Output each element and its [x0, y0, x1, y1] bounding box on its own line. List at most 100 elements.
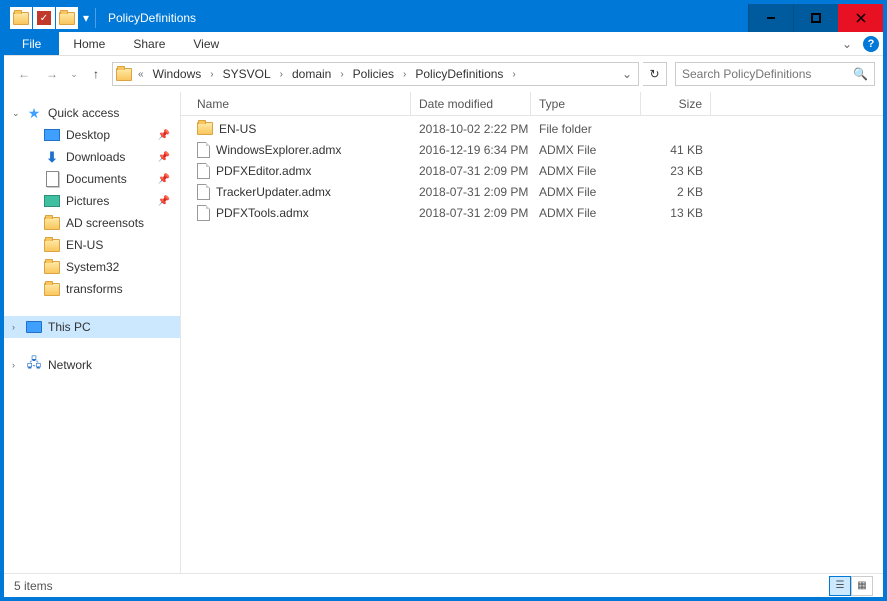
- file-tab[interactable]: File: [4, 32, 59, 55]
- search-input[interactable]: [682, 67, 853, 81]
- downloads-icon: ⬇: [44, 149, 60, 165]
- list-item[interactable]: EN-US 2018-10-02 2:22 PMFile folder: [181, 118, 883, 139]
- sidebar-item-downloads[interactable]: ⬇ Downloads 📌: [4, 146, 180, 168]
- address-bar[interactable]: « Windows › SYSVOL › domain › Policies ›…: [112, 62, 639, 86]
- tab-view[interactable]: View: [179, 32, 233, 55]
- pin-icon: 📌: [158, 152, 170, 163]
- address-folder-icon: [115, 65, 133, 83]
- file-type: ADMX File: [531, 185, 641, 199]
- column-headers: Name Date modified Type Size: [181, 92, 883, 116]
- chevron-right-icon[interactable]: ›: [277, 69, 286, 80]
- folder-icon: [44, 215, 60, 231]
- chevron-right-icon[interactable]: ›: [337, 69, 346, 80]
- sidebar-item-folder[interactable]: AD screensots: [4, 212, 180, 234]
- file-size: 2 KB: [641, 185, 711, 199]
- documents-icon: [44, 171, 60, 187]
- qat-folder-icon[interactable]: [10, 7, 32, 29]
- breadcrumb[interactable]: Windows: [149, 63, 206, 85]
- close-button[interactable]: [838, 4, 883, 32]
- ribbon-expand-icon[interactable]: ⌄: [835, 32, 859, 55]
- column-header-size[interactable]: Size: [641, 92, 711, 115]
- refresh-button[interactable]: ↻: [643, 62, 667, 86]
- column-header-name[interactable]: Name: [189, 92, 411, 115]
- sidebar-this-pc[interactable]: › This PC: [4, 316, 180, 338]
- column-header-date[interactable]: Date modified: [411, 92, 531, 115]
- up-button[interactable]: ↑: [84, 62, 108, 86]
- sidebar-item-desktop[interactable]: Desktop 📌: [4, 124, 180, 146]
- chevron-down-icon[interactable]: ⌄: [12, 108, 20, 119]
- list-item[interactable]: PDFXEditor.admx2018-07-31 2:09 PMADMX Fi…: [181, 160, 883, 181]
- back-button[interactable]: ←: [12, 62, 36, 86]
- sidebar-item-label: AD screensots: [66, 216, 144, 230]
- qat-customize-icon[interactable]: ▾: [79, 7, 93, 29]
- pin-icon: 📌: [158, 174, 170, 185]
- column-header-type[interactable]: Type: [531, 92, 641, 115]
- search-icon[interactable]: 🔍: [853, 67, 868, 81]
- sidebar-item-label: Pictures: [66, 194, 109, 208]
- chevron-right-icon[interactable]: ›: [509, 69, 518, 80]
- qat-newfolder-icon[interactable]: [56, 7, 78, 29]
- chevron-right-icon[interactable]: ›: [400, 69, 409, 80]
- folder-icon: [44, 259, 60, 275]
- explorer-window: ✓ ▾ PolicyDefinitions File Home Share Vi…: [0, 0, 887, 601]
- chevron-right-icon[interactable]: ›: [207, 69, 216, 80]
- details-view-button[interactable]: ☰: [829, 576, 851, 596]
- sidebar-item-pictures[interactable]: Pictures 📌: [4, 190, 180, 212]
- chevron-icon[interactable]: «: [135, 69, 147, 80]
- tab-home[interactable]: Home: [59, 32, 119, 55]
- star-icon: ★: [26, 105, 42, 121]
- sidebar-item-documents[interactable]: Documents 📌: [4, 168, 180, 190]
- icons-view-button[interactable]: ▦: [851, 576, 873, 596]
- list-item[interactable]: PDFXTools.admx2018-07-31 2:09 PMADMX Fil…: [181, 202, 883, 223]
- list-item[interactable]: TrackerUpdater.admx2018-07-31 2:09 PMADM…: [181, 181, 883, 202]
- breadcrumb[interactable]: PolicyDefinitions: [411, 63, 507, 85]
- file-size: 41 KB: [641, 143, 711, 157]
- chevron-right-icon[interactable]: ›: [12, 322, 15, 332]
- folder-icon: [44, 237, 60, 253]
- file-date: 2016-12-19 6:34 PM: [411, 143, 531, 157]
- sidebar-item-folder[interactable]: transforms: [4, 278, 180, 300]
- pin-icon: 📌: [158, 196, 170, 207]
- list-item[interactable]: WindowsExplorer.admx 2016-12-19 6:34 PMAD…: [181, 139, 883, 160]
- sidebar-network[interactable]: › 🖧 Network: [4, 354, 180, 376]
- sidebar-item-label: Documents: [66, 172, 127, 186]
- file-type: ADMX File: [531, 206, 641, 220]
- file-type: File folder: [531, 122, 641, 136]
- navigation-pane: ⌄ ★ Quick access Desktop 📌 ⬇ Downloads 📌…: [4, 92, 181, 573]
- titlebar: ✓ ▾ PolicyDefinitions: [4, 4, 883, 32]
- pictures-icon: [44, 193, 60, 209]
- desktop-icon: [44, 127, 60, 143]
- sidebar-item-label: Quick access: [48, 106, 119, 120]
- maximize-button[interactable]: [793, 4, 838, 32]
- file-date: 2018-10-02 2:22 PM: [411, 122, 531, 136]
- sidebar-item-label: Desktop: [66, 128, 110, 142]
- file-type: ADMX File: [531, 143, 641, 157]
- file-icon: [197, 142, 210, 158]
- sidebar-quick-access[interactable]: ⌄ ★ Quick access: [4, 102, 180, 124]
- file-size: 13 KB: [641, 206, 711, 220]
- ribbon-tabs: File Home Share View ⌄ ?: [4, 32, 883, 56]
- pin-icon: 📌: [158, 130, 170, 141]
- qat-properties-icon[interactable]: ✓: [33, 7, 55, 29]
- help-button[interactable]: ?: [859, 32, 883, 55]
- tab-share[interactable]: Share: [119, 32, 179, 55]
- file-name: WindowsExplorer.admx: [216, 143, 341, 157]
- chevron-right-icon[interactable]: ›: [12, 360, 15, 370]
- search-box[interactable]: 🔍: [675, 62, 875, 86]
- folder-icon: [44, 281, 60, 297]
- breadcrumb[interactable]: SYSVOL: [219, 63, 275, 85]
- history-dropdown-icon[interactable]: ⌄: [68, 62, 80, 86]
- sidebar-item-folder[interactable]: System32: [4, 256, 180, 278]
- forward-button[interactable]: →: [40, 62, 64, 86]
- file-list: EN-US 2018-10-02 2:22 PMFile folder Window…: [181, 116, 883, 573]
- address-dropdown-icon[interactable]: ⌄: [618, 67, 636, 81]
- breadcrumb[interactable]: domain: [288, 63, 335, 85]
- item-count: 5 items: [14, 579, 53, 593]
- file-size: 23 KB: [641, 164, 711, 178]
- sidebar-item-folder[interactable]: EN-US: [4, 234, 180, 256]
- minimize-button[interactable]: [748, 4, 793, 32]
- file-name: EN-US: [219, 122, 256, 136]
- file-date: 2018-07-31 2:09 PM: [411, 164, 531, 178]
- breadcrumb[interactable]: Policies: [349, 63, 398, 85]
- sidebar-item-label: Downloads: [66, 150, 125, 164]
